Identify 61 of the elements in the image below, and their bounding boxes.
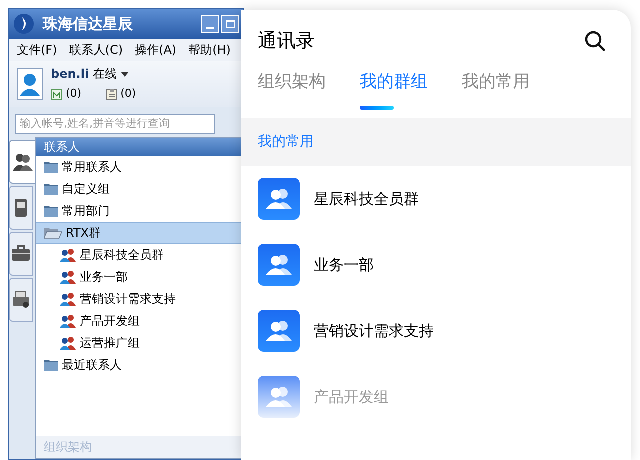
tab[interactable]: 我的群组 bbox=[360, 70, 428, 118]
tree-item[interactable]: 营销设计需求支持 bbox=[36, 288, 242, 310]
mail-icon[interactable] bbox=[51, 88, 64, 101]
folder-icon bbox=[44, 161, 58, 173]
tree-item[interactable]: 常用部门 bbox=[36, 200, 242, 222]
open-folder-icon bbox=[44, 227, 62, 239]
group-row[interactable]: 星辰科技全员群 bbox=[241, 166, 631, 232]
tree-header: 联系人 bbox=[36, 138, 242, 156]
search-field[interactable]: 输入帐号,姓名,拼音等进行查询 bbox=[15, 114, 215, 134]
group-icon bbox=[60, 314, 76, 328]
caret-icon[interactable] bbox=[121, 72, 130, 77]
panel-title: 通讯录 bbox=[258, 28, 315, 54]
maximize-button[interactable] bbox=[221, 15, 239, 33]
logo-icon bbox=[13, 13, 35, 35]
side-tab[interactable] bbox=[9, 140, 35, 184]
folder-icon bbox=[44, 205, 58, 217]
menu-item[interactable]: 联系人(C) bbox=[69, 41, 124, 59]
minimize-button[interactable] bbox=[201, 15, 219, 33]
people-icon bbox=[12, 151, 34, 173]
tree-item[interactable]: 运营推广组 bbox=[36, 332, 242, 354]
message-count: (0) bbox=[120, 86, 136, 102]
group-name: 业务一部 bbox=[314, 254, 374, 276]
status-dropdown[interactable]: 在线 bbox=[93, 65, 118, 84]
tree-item[interactable]: 星辰科技全员群 bbox=[36, 244, 242, 266]
group-name: 星辰科技全员群 bbox=[314, 188, 419, 210]
window-title: 珠海信达星辰 bbox=[43, 14, 133, 35]
user-name: ben.li bbox=[51, 66, 90, 84]
tab[interactable]: 我的常用 bbox=[462, 70, 530, 118]
tree-item[interactable]: 产品开发组 bbox=[36, 310, 242, 332]
search-icon[interactable] bbox=[584, 30, 606, 52]
printer-icon bbox=[10, 289, 32, 311]
group-icon bbox=[258, 244, 300, 286]
folder-icon bbox=[44, 359, 58, 371]
group-icon bbox=[60, 248, 76, 262]
message-count: (0) bbox=[66, 86, 82, 102]
group-name: 产品开发组 bbox=[314, 386, 389, 408]
group-row[interactable]: 营销设计需求支持 bbox=[241, 298, 631, 364]
avatar-icon[interactable] bbox=[17, 68, 43, 100]
tree-item[interactable]: 自定义组 bbox=[36, 178, 242, 200]
menu-item[interactable]: 文件(F) bbox=[17, 41, 58, 59]
tree-item[interactable]: RTX群 bbox=[36, 222, 242, 244]
menu-item[interactable]: 帮助(H) bbox=[188, 41, 231, 59]
section-header: 我的常用 bbox=[258, 132, 314, 152]
group-icon bbox=[258, 178, 300, 220]
side-tab[interactable] bbox=[9, 278, 33, 322]
group-name: 营销设计需求支持 bbox=[314, 320, 434, 342]
tree-item[interactable]: 最近联系人 bbox=[36, 354, 242, 376]
side-tab[interactable] bbox=[9, 186, 33, 230]
menu-item[interactable]: 操作(A) bbox=[135, 41, 177, 59]
group-icon bbox=[258, 376, 300, 418]
group-icon bbox=[60, 292, 76, 306]
tree-item[interactable]: 业务一部 bbox=[36, 266, 242, 288]
side-tab[interactable] bbox=[9, 232, 33, 276]
group-icon bbox=[258, 310, 300, 352]
tree-item[interactable]: 常用联系人 bbox=[36, 156, 242, 178]
clipboard-icon[interactable] bbox=[106, 88, 119, 101]
group-icon bbox=[60, 270, 76, 284]
group-icon bbox=[60, 336, 76, 350]
folder-icon bbox=[44, 183, 58, 195]
group-row[interactable]: 业务一部 bbox=[241, 232, 631, 298]
tab[interactable]: 组织架构 bbox=[258, 70, 326, 118]
